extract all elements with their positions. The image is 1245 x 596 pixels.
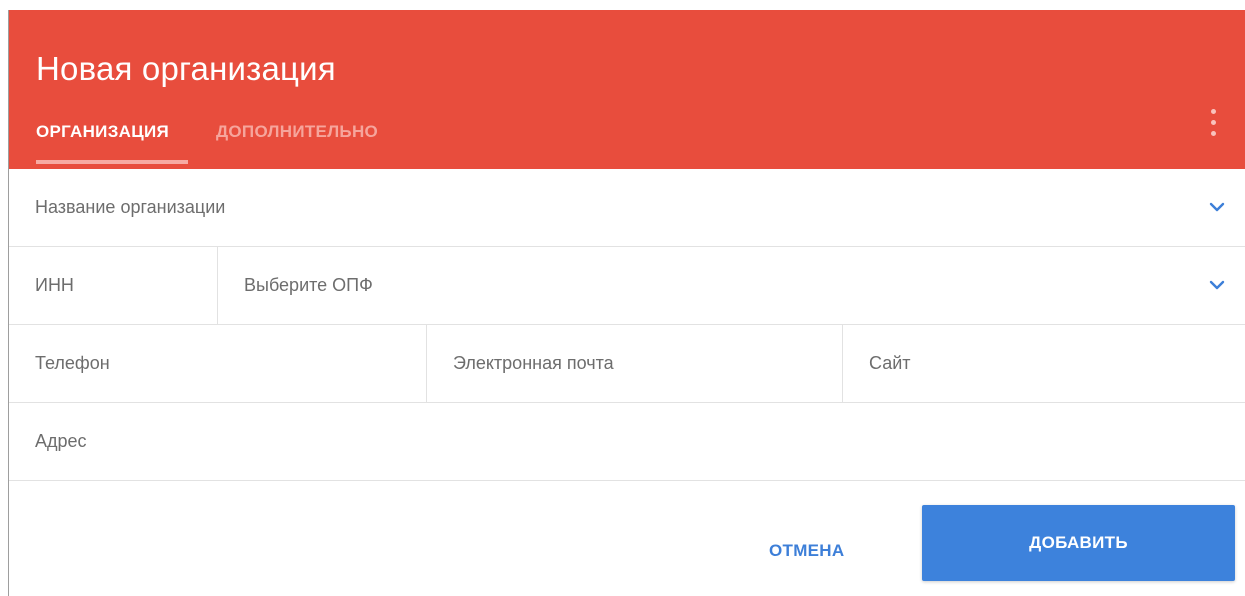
add-button[interactable]: ДОБАВИТЬ xyxy=(922,505,1235,581)
inn-field[interactable]: ИНН xyxy=(9,247,217,324)
more-vertical-icon[interactable] xyxy=(1202,106,1224,140)
site-field[interactable]: Сайт xyxy=(842,325,1245,402)
new-organization-dialog: Новая организация ОРГАНИЗАЦИЯ ДОПОЛНИТЕЛ… xyxy=(8,10,1245,596)
address-row: Адрес xyxy=(9,403,1245,481)
phone-field[interactable]: Телефон xyxy=(9,325,426,402)
chevron-down-icon[interactable] xyxy=(1209,279,1225,291)
cancel-button[interactable]: ОТМЕНА xyxy=(769,541,844,561)
dialog-header: Новая организация ОРГАНИЗАЦИЯ ДОПОЛНИТЕЛ… xyxy=(9,10,1245,169)
dialog-actions: ОТМЕНА ДОБАВИТЬ xyxy=(9,481,1245,596)
dialog-title: Новая организация xyxy=(36,50,336,87)
email-field[interactable]: Электронная почта xyxy=(426,325,842,402)
inn-opf-row: ИНН Выберите ОПФ xyxy=(9,247,1245,325)
contacts-row: Телефон Электронная почта Сайт xyxy=(9,325,1245,403)
active-tab-indicator xyxy=(36,160,188,164)
opf-select[interactable]: Выберите ОПФ xyxy=(217,247,1245,324)
org-name-field[interactable]: Название организации xyxy=(9,169,1245,246)
chevron-down-icon[interactable] xyxy=(1209,201,1225,213)
tab-additional[interactable]: ДОПОЛНИТЕЛЬНО xyxy=(216,122,378,142)
org-name-row: Название организации xyxy=(9,169,1245,247)
address-field[interactable]: Адрес xyxy=(9,403,1245,480)
tab-organization[interactable]: ОРГАНИЗАЦИЯ xyxy=(36,122,169,142)
